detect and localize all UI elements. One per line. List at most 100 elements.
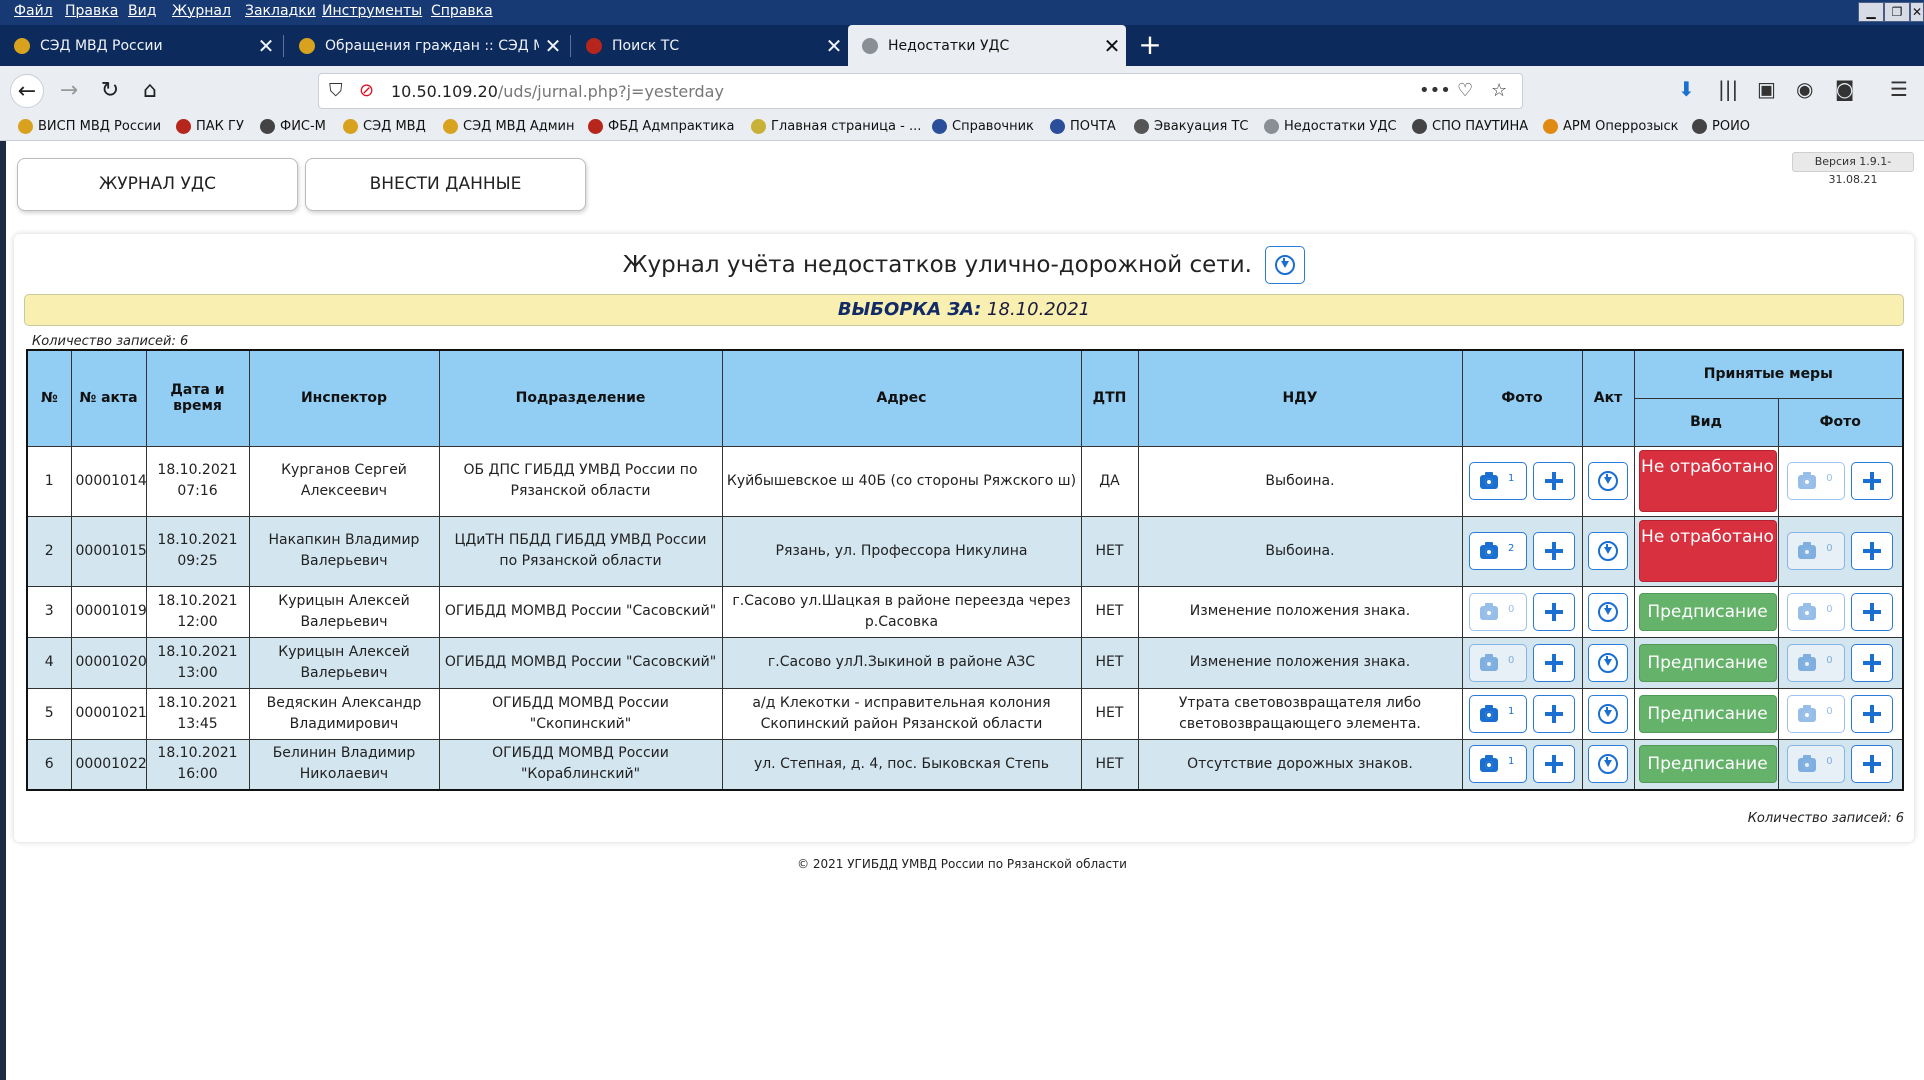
- bookmark-item[interactable]: Эвакуация ТС: [1134, 119, 1249, 134]
- tab-close-icon[interactable]: ✕: [1098, 34, 1126, 58]
- bookmark-item[interactable]: СЭД МВД: [343, 119, 426, 134]
- status-badge[interactable]: Не отработано: [1638, 520, 1777, 582]
- bookmark-item[interactable]: ПОЧТА: [1050, 119, 1116, 134]
- download-act-button[interactable]: [1588, 532, 1628, 570]
- add-measure-photo-button[interactable]: [1851, 745, 1894, 784]
- add-measure-photo-button[interactable]: [1851, 532, 1894, 570]
- address-bar[interactable]: ⛉ ⊘ 10.50.109.20/uds/jurnal.php?j=yester…: [318, 73, 1523, 109]
- url-text[interactable]: 10.50.109.20/uds/jurnal.php?j=yesterday: [391, 82, 724, 101]
- reload-button[interactable]: ↻: [93, 74, 127, 108]
- col-header-act-no: № акта: [70, 349, 147, 447]
- camera-icon: [1480, 472, 1498, 489]
- bookmark-item[interactable]: Недостатки УДС: [1264, 119, 1397, 134]
- page-actions-icon[interactable]: •••: [1419, 80, 1451, 101]
- menu-hamburger-icon[interactable]: ☰: [1890, 77, 1908, 101]
- add-photo-button[interactable]: [1533, 462, 1575, 500]
- photo-view-button[interactable]: 1: [1469, 745, 1527, 784]
- new-tab-button[interactable]: +: [1130, 25, 1170, 66]
- photo-view-button[interactable]: 0: [1469, 643, 1527, 682]
- measure-photo-button[interactable]: 0: [1787, 745, 1846, 784]
- measure-photo-button[interactable]: 0: [1787, 592, 1846, 631]
- bookmark-item[interactable]: Главная страница - ...: [751, 119, 921, 134]
- tab-appeals[interactable]: Обращения граждан :: СЭД МВД ✕: [285, 25, 567, 66]
- tab-close-icon[interactable]: ✕: [539, 34, 567, 58]
- home-button[interactable]: ⌂: [133, 74, 167, 108]
- add-photo-button[interactable]: [1533, 745, 1575, 784]
- minimize-icon[interactable]: ▁: [1858, 2, 1884, 22]
- bookmark-item[interactable]: Справочник: [932, 119, 1034, 134]
- status-badge[interactable]: Предписание: [1638, 592, 1777, 631]
- tab-close-icon[interactable]: ✕: [820, 34, 848, 58]
- cell-measure-photo: 0: [1777, 445, 1904, 517]
- enter-data-button[interactable]: ВНЕСТИ ДАННЫЕ: [305, 158, 586, 211]
- bookmark-item[interactable]: ФИС-М: [260, 119, 326, 134]
- col-header-datetime: Дата и время: [145, 349, 250, 447]
- add-measure-photo-button[interactable]: [1851, 643, 1894, 682]
- shield-icon[interactable]: ⛉: [329, 80, 343, 101]
- measure-photo-button[interactable]: 0: [1787, 694, 1846, 733]
- status-badge[interactable]: Предписание: [1638, 694, 1777, 733]
- restore-icon[interactable]: ❐: [1884, 2, 1910, 22]
- add-photo-button[interactable]: [1533, 592, 1575, 631]
- photo-view-button[interactable]: 1: [1469, 694, 1527, 733]
- add-photo-button[interactable]: [1533, 694, 1575, 733]
- journal-button[interactable]: ЖУРНАЛ УДС: [17, 158, 298, 211]
- bookmark-star-icon[interactable]: ☆: [1491, 80, 1507, 101]
- library-icon[interactable]: |||: [1718, 77, 1738, 101]
- download-report-button[interactable]: [1265, 246, 1306, 284]
- photo-view-button[interactable]: 2: [1469, 532, 1527, 570]
- measure-photo-button[interactable]: 0: [1787, 532, 1846, 570]
- tab-vehicle-search[interactable]: Поиск ТС ✕: [572, 25, 848, 66]
- photo-view-button[interactable]: 1: [1469, 462, 1527, 500]
- cell-ndu: Изменение положения знака.: [1137, 636, 1463, 689]
- close-window-icon[interactable]: ✕: [1910, 2, 1924, 22]
- downloads-icon[interactable]: ⬇: [1678, 77, 1695, 101]
- download-act-button[interactable]: [1588, 745, 1628, 784]
- extension-icon[interactable]: ◙: [1835, 77, 1854, 101]
- menu-help[interactable]: Справка: [431, 3, 493, 19]
- menu-file[interactable]: Файл: [14, 3, 53, 19]
- tab-sed-mvd[interactable]: СЭД МВД России ✕: [0, 25, 280, 66]
- add-photo-button[interactable]: [1533, 643, 1575, 682]
- download-act-button[interactable]: [1588, 643, 1628, 682]
- bookmark-item[interactable]: СЭД МВД Админ: [443, 119, 575, 134]
- plus-icon: [1545, 704, 1563, 723]
- bookmark-item[interactable]: ФБД Адмпрактика: [588, 119, 735, 134]
- menu-history[interactable]: Журнал: [172, 3, 231, 19]
- bookmark-item[interactable]: СПО ПАУТИНА: [1412, 119, 1528, 134]
- bookmark-item[interactable]: АРМ Оперрозыск: [1543, 119, 1678, 134]
- add-photo-button[interactable]: [1533, 532, 1575, 570]
- menu-bookmarks[interactable]: Закладки: [245, 3, 316, 19]
- cell-dtp: ДА: [1080, 445, 1139, 517]
- tab-uds-defects[interactable]: Недостатки УДС ✕: [848, 25, 1126, 66]
- camera-icon: [1480, 704, 1498, 722]
- measure-photo-button[interactable]: 0: [1787, 643, 1846, 682]
- back-button[interactable]: ←: [10, 74, 44, 108]
- download-act-button[interactable]: [1588, 694, 1628, 733]
- camera-icon: [1798, 542, 1817, 559]
- add-measure-photo-button[interactable]: [1851, 592, 1894, 631]
- insecure-lock-icon[interactable]: ⊘: [359, 80, 374, 101]
- forward-button[interactable]: →: [52, 74, 86, 108]
- tab-close-icon[interactable]: ✕: [252, 34, 280, 58]
- menu-tools[interactable]: Инструменты: [322, 3, 422, 19]
- menu-edit[interactable]: Правка: [65, 3, 118, 19]
- status-badge[interactable]: Не отработано: [1638, 450, 1777, 512]
- add-measure-photo-button[interactable]: [1851, 694, 1894, 733]
- bookmark-item[interactable]: ВИСП МВД России: [18, 119, 161, 134]
- cell-address: Куйбышевское ш 40Б (со стороны Ряжского …: [721, 445, 1082, 517]
- bookmark-item[interactable]: РОИО: [1692, 119, 1750, 134]
- status-badge[interactable]: Предписание: [1638, 745, 1777, 784]
- download-act-button[interactable]: [1588, 592, 1628, 631]
- status-badge[interactable]: Предписание: [1638, 643, 1777, 682]
- measure-photo-button[interactable]: 0: [1787, 462, 1846, 500]
- bookmark-item[interactable]: ПАК ГУ: [176, 119, 244, 134]
- add-measure-photo-button[interactable]: [1851, 462, 1894, 500]
- account-icon[interactable]: ◉: [1796, 77, 1813, 101]
- photo-view-button[interactable]: 0: [1469, 592, 1527, 631]
- menu-view[interactable]: Вид: [128, 3, 156, 19]
- download-act-button[interactable]: [1588, 462, 1628, 500]
- cell-datetime: 18.10.2021 12:00: [145, 585, 250, 638]
- pocket-icon[interactable]: ♡: [1457, 80, 1473, 101]
- sidebar-icon[interactable]: ▣: [1757, 77, 1776, 101]
